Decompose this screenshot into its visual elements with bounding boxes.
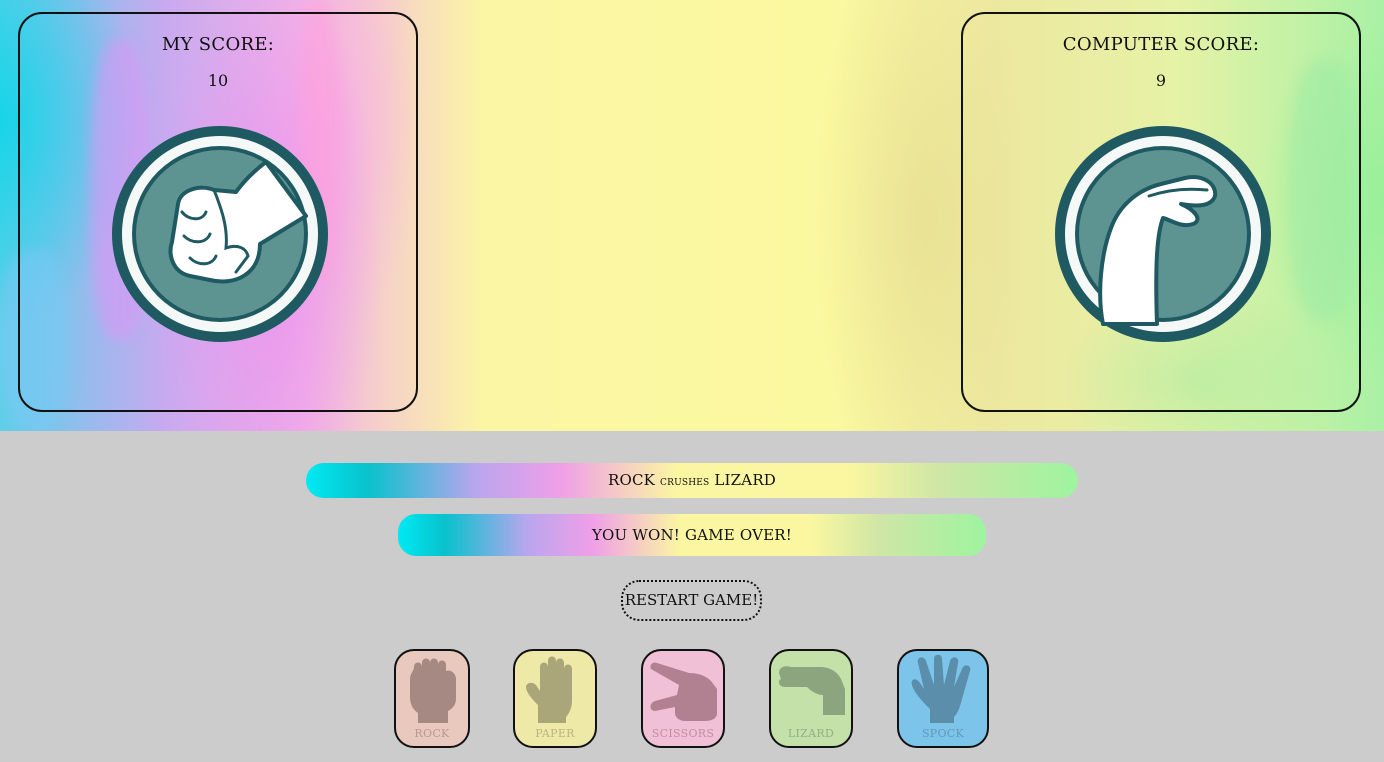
rock-fist-icon: [410, 658, 456, 723]
paper-hand-icon: [526, 656, 572, 723]
outcome-player-choice: ROCK: [607, 471, 656, 489]
paper-choice-label: PAPER: [535, 727, 575, 740]
spock-hand-icon: [911, 655, 971, 723]
scissors-choice-button[interactable]: SCISSORS: [641, 649, 725, 748]
lizard-hand-icon: [1055, 126, 1271, 342]
rock-fist-icon: [112, 126, 328, 342]
outcome-computer-choice: LIZARD: [714, 471, 777, 489]
game-status-bar: YOU WON! GAME OVER!: [398, 514, 986, 556]
spock-choice-button[interactable]: SPOCK: [897, 649, 989, 748]
round-outcome-bar: ROCK crushes LIZARD: [306, 463, 1078, 498]
outcome-verb: crushes: [660, 474, 710, 489]
computer-score-label: COMPUTER SCORE:: [1062, 34, 1260, 55]
player-score-value: 10: [207, 71, 229, 90]
computer-score-value: 9: [1155, 71, 1167, 90]
scissors-hand-icon: [650, 662, 717, 721]
rock-choice-label: ROCK: [414, 727, 450, 740]
spock-choice-label: SPOCK: [921, 727, 965, 740]
lizard-choice-button[interactable]: LIZARD: [769, 649, 853, 748]
scissors-choice-label: SCISSORS: [651, 727, 715, 740]
lizard-choice-label: LIZARD: [787, 727, 835, 740]
player-score-card: MY SCORE: 10: [18, 12, 418, 412]
lizard-hand-icon: [778, 666, 845, 715]
computer-score-card: COMPUTER SCORE: 9: [961, 12, 1361, 412]
game-status-text: YOU WON! GAME OVER!: [591, 526, 793, 544]
paper-choice-button[interactable]: PAPER: [513, 649, 597, 748]
rock-choice-button[interactable]: ROCK: [394, 649, 470, 748]
restart-game-button[interactable]: RESTART GAME!: [621, 580, 762, 621]
player-score-label: MY SCORE:: [161, 34, 275, 55]
score-area: MY SCORE: 10 COMPUTER SCORE: 9: [0, 0, 1384, 431]
